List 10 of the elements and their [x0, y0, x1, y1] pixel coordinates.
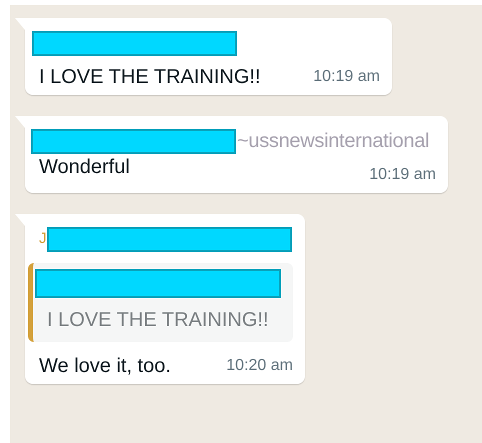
message-text: Wonderful	[39, 155, 130, 179]
message-time: 10:19 am	[369, 165, 436, 185]
message-text: We love it, too.	[39, 354, 171, 378]
sender-phone-name: ~ussnewsinternational	[237, 129, 430, 154]
message-time: 10:20 am	[226, 356, 293, 376]
sender-name: J	[39, 228, 46, 249]
quoted-message[interactable]: I LOVE THE TRAINING!!	[28, 263, 293, 342]
message-time: 10:19 am	[313, 67, 380, 87]
quoted-text: I LOVE THE TRAINING!!	[47, 308, 270, 332]
message-text: I LOVE THE TRAINING!!	[39, 65, 261, 89]
